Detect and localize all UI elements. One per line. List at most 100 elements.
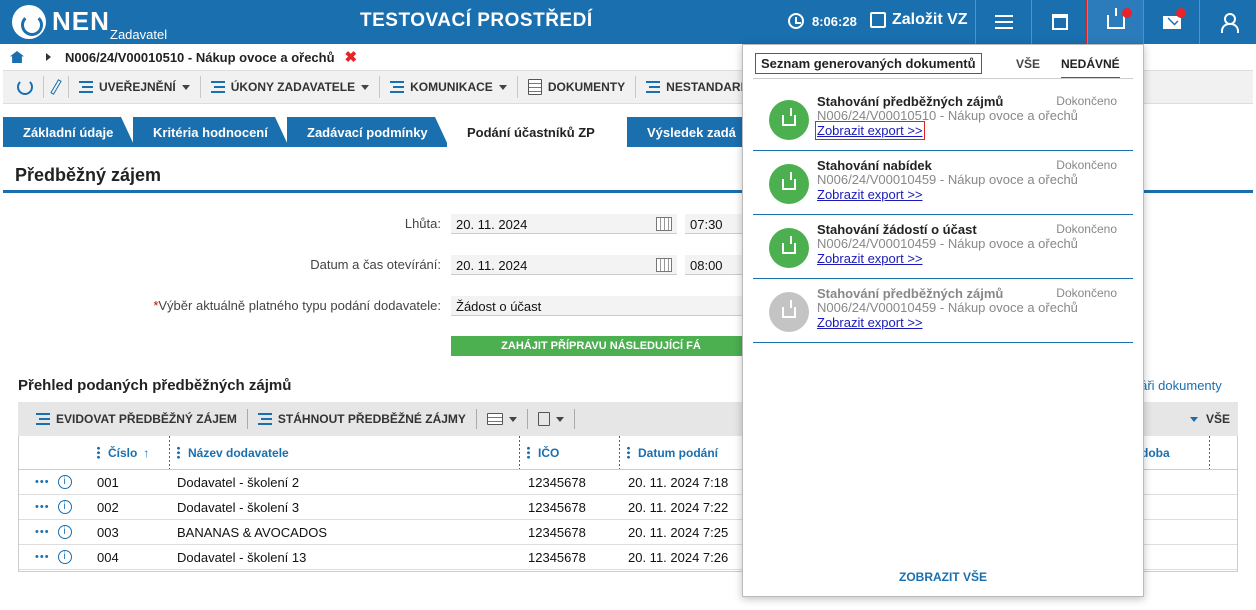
deadline-time-input[interactable]: 07:30	[685, 214, 745, 234]
info-icon[interactable]: i	[57, 525, 72, 539]
calendar-button[interactable]	[1031, 0, 1087, 44]
breadcrumb-item[interactable]: N006/24/V00010510 - Nákup ovoce a ořechů	[65, 50, 335, 65]
edit-button[interactable]	[44, 76, 69, 98]
info-icon[interactable]: i	[57, 500, 72, 514]
record-interest-button[interactable]: EVIDOVAT PŘEDBĚŽNÝ ZÁJEM	[18, 409, 248, 429]
column-header-datum[interactable]: Datum podání	[627, 436, 718, 469]
column-header-ico[interactable]: IČO	[527, 436, 559, 469]
column-divider[interactable]	[1209, 436, 1210, 469]
tab-podani-ucastniku[interactable]: Podání účastníků ZP	[447, 117, 627, 147]
show-export-link[interactable]: Zobrazit export >>	[815, 121, 925, 140]
start-next-phase-button[interactable]: ZAHÁJIT PŘÍPRAVU NÁSLEDUJÍCÍ FÁ	[451, 336, 751, 356]
column-divider[interactable]	[169, 436, 170, 469]
button-label: EVIDOVAT PŘEDBĚŽNÝ ZÁJEM	[56, 412, 237, 426]
document-title: Stahování předběžných zájmů	[817, 286, 1004, 301]
menu-button[interactable]	[975, 0, 1031, 44]
show-export-link[interactable]: Zobrazit export >>	[817, 251, 923, 266]
tray-icon	[1106, 8, 1125, 29]
tab-kriteria-hodnoceni[interactable]: Kritéria hodnocení	[133, 117, 289, 147]
create-tender-button[interactable]: Založit VZ	[870, 11, 968, 29]
column-divider[interactable]	[519, 436, 520, 469]
generated-documents-button[interactable]	[1086, 0, 1144, 45]
logo-text[interactable]: NEN	[52, 6, 110, 37]
tab-zadavaci-podminky[interactable]: Zadávací podmínky	[287, 117, 449, 147]
info-icon[interactable]: i	[57, 475, 72, 489]
menu-komunikace[interactable]: KOMUNIKACE	[380, 76, 518, 98]
chevron-down-icon	[498, 84, 507, 90]
document-status: Dokončeno	[1056, 222, 1117, 236]
document-subtitle: N006/24/V00010459 - Nákup ovoce a ořechů	[817, 236, 1078, 251]
cell-ico: 12345678	[528, 474, 586, 490]
column-menu-icon	[97, 446, 100, 459]
cell-cislo: 003	[97, 524, 119, 540]
messages-button[interactable]	[1143, 0, 1199, 44]
document-title: Stahování předběžných zájmů	[817, 94, 1004, 109]
opening-time-input[interactable]: 08:00	[685, 255, 745, 275]
filter-all-button[interactable]: VŠE	[1189, 412, 1230, 426]
column-header-doba[interactable]: doba	[1141, 436, 1170, 469]
opening-date-input[interactable]: 20. 11. 2024	[451, 255, 677, 275]
session-time: 8:06:28	[812, 14, 857, 29]
row-actions-icon[interactable]: •••	[35, 501, 50, 513]
home-icon[interactable]	[10, 51, 24, 63]
menu-label: ÚKONY ZADAVATELE	[230, 80, 356, 94]
section-title: Předběžný zájem	[15, 165, 162, 185]
list-title: Přehled podaných předběžných zájmů	[18, 377, 292, 394]
column-label: Název dodavatele	[188, 445, 289, 460]
tab-recent[interactable]: NEDÁVNÉ	[1061, 57, 1120, 79]
submission-type-select[interactable]: Žádost o účast	[451, 296, 751, 316]
calendar-icon[interactable]	[656, 217, 672, 231]
menu-uverejneni[interactable]: UVEŘEJNĚNÍ	[69, 76, 201, 98]
column-header-cislo[interactable]: Číslo ↑	[97, 436, 149, 469]
row-actions-icon[interactable]: •••	[35, 476, 50, 488]
column-menu-icon	[177, 446, 180, 459]
notification-dot	[1176, 8, 1186, 18]
workflow-icon	[646, 81, 661, 93]
top-bar: NEN Zadavatel TESTOVACÍ PROSTŘEDÍ 8:06:2…	[0, 0, 1256, 45]
cell-ico: 12345678	[528, 499, 586, 515]
column-divider[interactable]	[619, 436, 620, 469]
menu-ukony-zadavatele[interactable]: ÚKONY ZADAVATELE	[201, 76, 381, 98]
column-menu-icon	[527, 446, 530, 459]
column-header-nazev[interactable]: Název dodavatele	[177, 436, 289, 469]
document-item: Stahování nabídek Dokončeno N006/24/V000…	[753, 151, 1133, 215]
cell-cislo: 001	[97, 474, 119, 490]
download-interests-button[interactable]: STÁHNOUT PŘEDBĚŽNÉ ZÁJMY	[248, 409, 477, 429]
refresh-button[interactable]	[3, 76, 44, 98]
tray-icon	[782, 107, 796, 126]
document-subtitle: N006/24/V00010459 - Nákup ovoce a ořechů	[817, 172, 1078, 187]
nen-logo-icon[interactable]	[12, 5, 46, 39]
print-button[interactable]	[477, 409, 528, 429]
user-button[interactable]	[1199, 0, 1256, 44]
environment-title: TESTOVACÍ PROSTŘEDÍ	[360, 10, 593, 31]
column-label: Číslo	[108, 445, 138, 460]
close-icon[interactable]: ✖	[345, 48, 358, 66]
workflow-icon	[390, 81, 405, 93]
column-label: IČO	[538, 445, 560, 460]
cell-datum: 20. 11. 2024 7:18	[628, 474, 729, 490]
info-icon[interactable]: i	[57, 550, 72, 564]
calendar-icon[interactable]	[656, 258, 672, 272]
document-icon	[527, 79, 542, 95]
show-export-link[interactable]: Zobrazit export >>	[817, 315, 923, 330]
show-export-link[interactable]: Zobrazit export >>	[817, 187, 923, 202]
panel-divider	[753, 78, 1133, 79]
clock-icon	[788, 13, 804, 29]
tab-zakladni-udaje[interactable]: Základní údaje	[3, 117, 135, 147]
tab-all[interactable]: VŠE	[1016, 57, 1040, 71]
cell-ico: 12345678	[528, 524, 586, 540]
generated-documents-panel: Seznam generovaných dokumentů VŠE NEDÁVN…	[742, 44, 1144, 597]
deadline-date-input[interactable]: 20. 11. 2024	[451, 214, 677, 234]
row-actions-icon[interactable]: •••	[35, 526, 50, 538]
workflow-icon	[36, 413, 50, 425]
panel-title: Seznam generovaných dokumentů	[755, 53, 982, 74]
document-status-circle	[769, 292, 809, 332]
document-title: Stahování nabídek	[817, 158, 932, 173]
chevron-right-icon	[46, 53, 51, 61]
export-button[interactable]	[528, 409, 575, 429]
show-all-link[interactable]: ZOBRAZIT VŠE	[743, 570, 1143, 584]
workflow-icon	[79, 81, 93, 93]
menu-label: KOMUNIKACE	[410, 80, 493, 94]
menu-dokumenty[interactable]: DOKUMENTY	[518, 76, 637, 98]
row-actions-icon[interactable]: •••	[35, 551, 50, 563]
